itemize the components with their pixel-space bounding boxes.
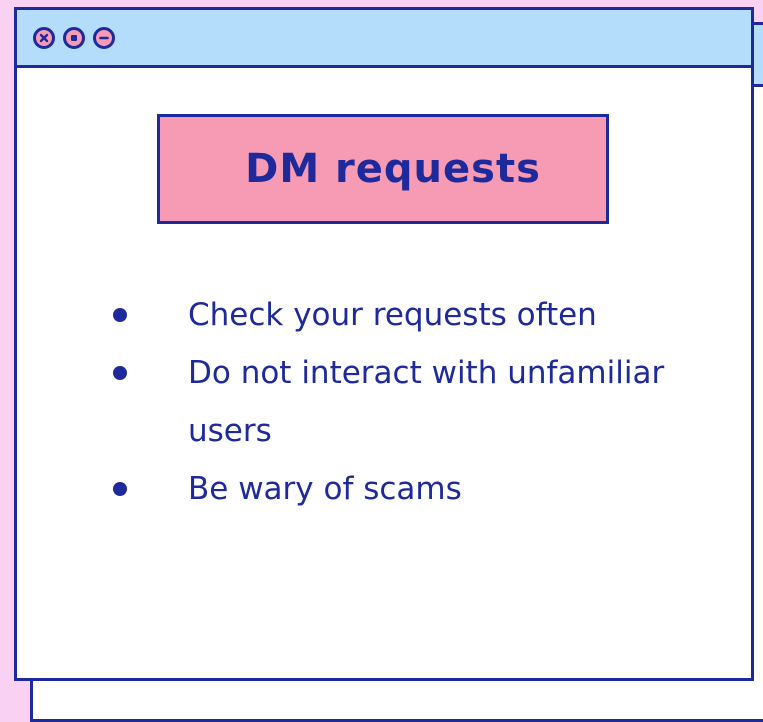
bullet-text: Be wary of scams [188, 471, 462, 507]
bullet-icon [113, 366, 127, 380]
stop-button[interactable] [63, 26, 85, 49]
bullet-text: Do not interact with unfamiliar users [188, 355, 665, 449]
minimize-icon [99, 36, 109, 39]
window-titlebar [17, 10, 751, 68]
close-button[interactable] [33, 26, 55, 49]
bullet-icon [113, 482, 127, 496]
bullet-icon [113, 308, 127, 322]
minimize-button[interactable] [93, 26, 115, 49]
main-window: DM requests Check your requests often Do… [14, 7, 754, 681]
list-item: Check your requests often [109, 286, 709, 344]
slide-title: DM requests [245, 146, 541, 192]
list-item: Do not interact with unfamiliar users [109, 344, 709, 460]
bullet-text: Check your requests often [188, 297, 597, 333]
stop-icon [71, 34, 77, 41]
bullet-list: Check your requests often Do not interac… [109, 286, 709, 518]
close-icon [39, 33, 49, 42]
list-item: Be wary of scams [109, 460, 709, 518]
title-box: DM requests [157, 114, 609, 224]
